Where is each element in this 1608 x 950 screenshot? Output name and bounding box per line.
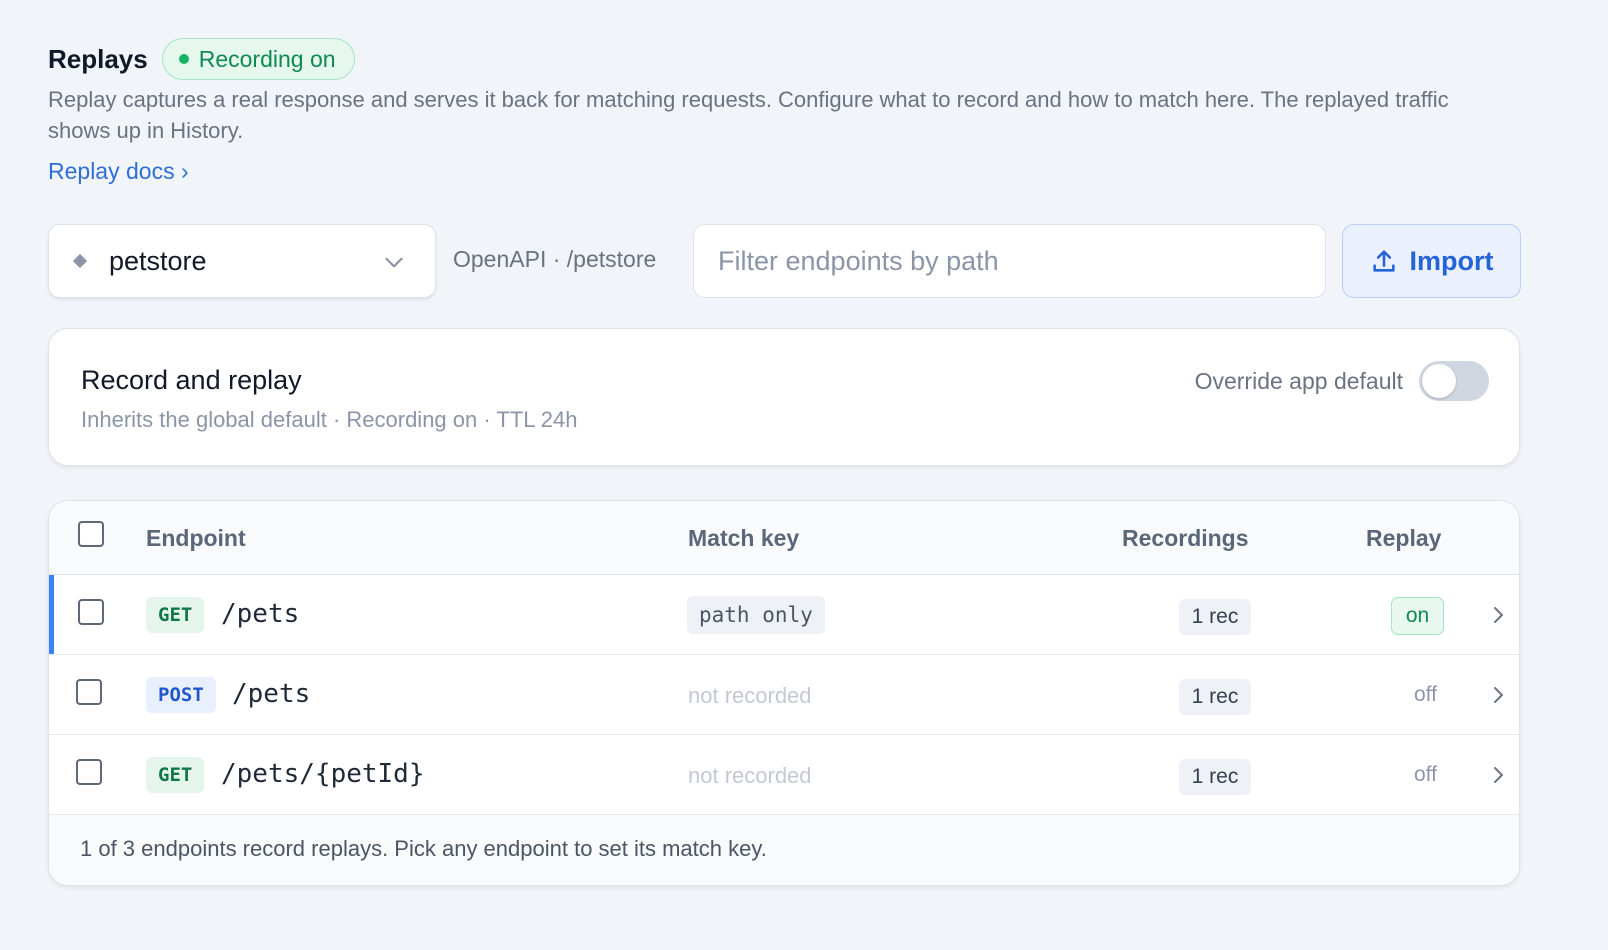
replays-panel: Replays Recording on Replay captures a r… — [48, 38, 1521, 886]
replay-status: off — [1414, 763, 1437, 786]
toggle-knob — [1422, 364, 1456, 398]
column-replay: Replay — [1366, 525, 1442, 551]
table-row[interactable]: GET /pets path only 1 rec on — [49, 575, 1519, 655]
chevron-right-icon — [1494, 767, 1503, 783]
header: Replays Recording on — [48, 38, 1520, 80]
record-replay-card: Record and replay Inherits the global de… — [48, 328, 1520, 466]
table-row[interactable]: POST /pets not recorded 1 rec off — [49, 655, 1519, 735]
record-replay-title: Record and replay — [81, 365, 302, 395]
override-setting: Override app default — [1195, 361, 1489, 401]
column-recordings: Recordings — [1122, 525, 1249, 551]
row-checkbox[interactable] — [76, 759, 102, 785]
filter-endpoints-input[interactable] — [693, 224, 1326, 298]
diamond-icon — [72, 253, 88, 269]
page-title: Replays — [48, 43, 148, 74]
recording-status-label: Recording on — [198, 45, 336, 72]
replay-status: off — [1414, 683, 1437, 706]
chevron-right-icon — [1494, 687, 1503, 703]
recordings-badge: 1 rec — [1179, 599, 1251, 635]
table-header: Endpoint Match key Recordings Replay — [49, 501, 1519, 575]
api-name: petstore — [109, 245, 207, 276]
match-key-text: not recorded — [688, 683, 812, 708]
recording-status-badge: Recording on — [161, 38, 355, 80]
replay-status: on — [1391, 597, 1444, 635]
endpoint-path: /pets — [232, 679, 311, 709]
import-button[interactable]: Import — [1342, 224, 1521, 298]
replay-docs-link[interactable]: Replay docs › — [48, 158, 189, 185]
method-badge: GET — [146, 757, 205, 793]
import-button-label: Import — [1409, 245, 1494, 276]
row-checkbox[interactable] — [76, 679, 102, 705]
select-all-checkbox[interactable] — [78, 521, 104, 547]
api-select[interactable]: petstore — [48, 224, 436, 298]
endpoint-path: /pets/{petId} — [221, 759, 425, 789]
recordings-badge: 1 rec — [1179, 759, 1251, 795]
column-endpoint: Endpoint — [146, 525, 246, 551]
match-key-text: not recorded — [688, 763, 812, 788]
table-footer: 1 of 3 endpoints record replays. Pick an… — [49, 815, 1519, 885]
column-match-key: Match key — [688, 525, 800, 551]
toolbar: petstore OpenAPI · /petstore Import — [48, 224, 1521, 298]
override-label: Override app default — [1194, 367, 1403, 394]
upload-icon — [1372, 250, 1395, 272]
match-key-badge[interactable]: path only — [687, 596, 825, 634]
endpoints-table: Endpoint Match key Recordings Replay GET… — [48, 500, 1520, 886]
chevron-right-icon — [1494, 607, 1503, 623]
row-checkbox[interactable] — [78, 599, 104, 625]
endpoint-path: /pets — [221, 599, 300, 629]
override-toggle[interactable] — [1419, 361, 1489, 401]
recordings-badge: 1 rec — [1179, 679, 1251, 715]
record-replay-subtitle: Inherits the global default · Recording … — [81, 407, 578, 432]
dot-icon — [178, 54, 189, 64]
method-badge: POST — [146, 677, 216, 713]
api-meta: OpenAPI · /petstore — [453, 246, 657, 272]
table-row[interactable]: GET /pets/{petId} not recorded 1 rec off — [49, 735, 1519, 815]
page-description: Replay captures a real response and serv… — [48, 87, 1449, 143]
chevron-down-icon — [385, 257, 403, 268]
method-badge: GET — [146, 597, 205, 633]
